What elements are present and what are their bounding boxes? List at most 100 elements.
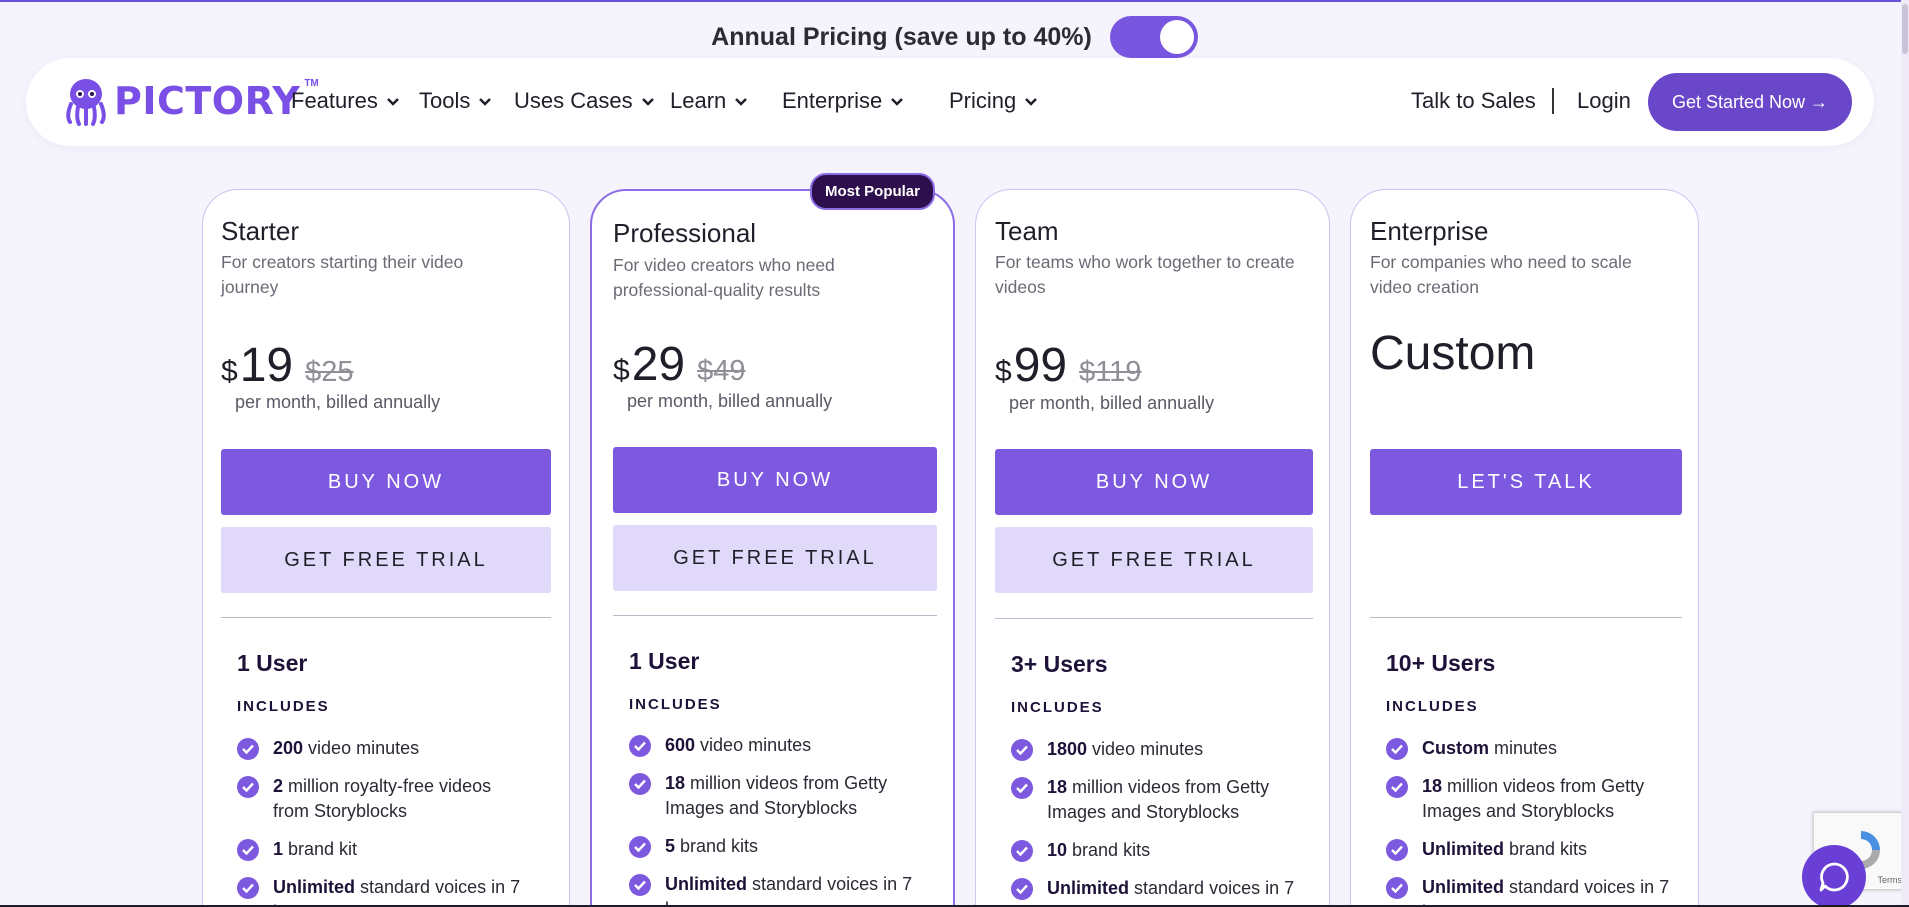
annual-pricing-label: Annual Pricing (save up to 40%)	[711, 22, 1092, 51]
free-trial-button[interactable]: GET FREE TRIAL	[995, 527, 1313, 593]
annual-pricing-toggle[interactable]	[1109, 16, 1198, 58]
price-amount: 99	[1013, 339, 1068, 392]
user-count: 1 User	[629, 648, 700, 674]
feature-bold: 18	[1422, 776, 1443, 796]
nav-learn[interactable]: Learn	[670, 88, 748, 114]
feature-bold: 200	[273, 738, 304, 758]
plan-card-team: Team For teams who work together to crea…	[975, 189, 1330, 907]
nav-enterprise[interactable]: Enterprise	[782, 88, 904, 114]
octopus-logo-icon	[66, 79, 106, 126]
logo-trademark: TM	[304, 77, 319, 89]
recaptcha-terms[interactable]: Terms	[1878, 875, 1903, 885]
plan-price: $ 29 $49	[613, 337, 745, 392]
feature-item: Unlimited brand kits	[1386, 837, 1676, 862]
talk-to-sales-link[interactable]: Talk to Sales	[1411, 88, 1536, 114]
feature-text: million videos from Getty Images and Sto…	[1422, 776, 1645, 821]
free-trial-button[interactable]: GET FREE TRIAL	[221, 527, 551, 593]
chevron-down-icon	[386, 98, 399, 106]
price-currency: $	[995, 355, 1012, 388]
check-circle-icon	[237, 839, 259, 861]
feature-bold: Unlimited	[1422, 839, 1505, 859]
main-navbar: PICTORY TM Features Tools Uses Cases Lea…	[26, 58, 1874, 146]
login-link[interactable]: Login	[1577, 88, 1631, 114]
buy-now-button[interactable]: BUY NOW	[221, 449, 551, 515]
chevron-down-icon	[479, 98, 492, 106]
logo-wordmark: PICTORY	[114, 79, 301, 123]
billing-note: per month, billed annually	[627, 391, 833, 411]
chevron-down-icon	[641, 98, 654, 106]
annual-pricing-row: Annual Pricing (save up to 40%)	[0, 16, 1909, 58]
user-count: 3+ Users	[1011, 651, 1108, 677]
feature-list: 200 video minutes 2 million royalty-free…	[237, 736, 527, 907]
check-circle-icon	[1011, 777, 1033, 799]
plan-price: $ 99 $119	[995, 338, 1141, 393]
feature-item: 200 video minutes	[237, 736, 527, 761]
feature-text: million videos from Getty Images and Sto…	[1047, 777, 1270, 822]
nav-pricing-label: Pricing	[949, 88, 1017, 113]
divider	[1370, 617, 1682, 618]
feature-text: minutes	[1489, 738, 1558, 758]
feature-list: 600 video minutes 18 million videos from…	[629, 733, 919, 907]
lets-talk-button[interactable]: LET'S TALK	[1370, 449, 1682, 515]
buy-now-button[interactable]: BUY NOW	[613, 447, 937, 513]
feature-item: Unlimited standard voices in 7 languages	[629, 872, 919, 907]
feature-item: 5 brand kits	[629, 834, 919, 859]
price-amount: 29	[631, 338, 686, 391]
feature-bold: Unlimited	[1047, 878, 1130, 898]
chat-bubble-icon	[1819, 862, 1849, 892]
price-old: $25	[305, 356, 354, 388]
includes-label: INCLUDES	[237, 698, 330, 715]
check-circle-icon	[1386, 776, 1408, 798]
feature-bold: Unlimited	[1422, 877, 1505, 897]
pictory-logo[interactable]: PICTORY TM	[62, 76, 319, 126]
feature-text: video minutes	[303, 738, 420, 758]
feature-list: 1800 video minutes 18 million videos fro…	[1011, 737, 1301, 907]
feature-item: Unlimited standard voices in 7 languages	[1011, 876, 1301, 907]
divider	[613, 615, 937, 616]
plan-price: $ 19 $25	[221, 338, 353, 393]
nav-tools-label: Tools	[419, 88, 471, 113]
buy-now-button[interactable]: BUY NOW	[995, 449, 1313, 515]
plan-card-professional: Most Popular Professional For video crea…	[590, 173, 955, 907]
price-amount: 19	[239, 339, 294, 392]
nav-tools[interactable]: Tools	[419, 88, 492, 114]
feature-item: 10 brand kits	[1011, 838, 1301, 863]
includes-label: INCLUDES	[629, 696, 722, 713]
chevron-down-icon	[1025, 98, 1038, 106]
check-circle-icon	[629, 836, 651, 858]
nav-enterprise-label: Enterprise	[782, 88, 883, 113]
feature-item: Unlimited standard voices in 7 languages	[1386, 875, 1676, 907]
nav-use-cases-label: Uses Cases	[514, 88, 633, 113]
feature-bold: 1	[273, 839, 284, 859]
free-trial-button[interactable]: GET FREE TRIAL	[613, 525, 937, 591]
feature-bold: 1800	[1047, 739, 1088, 759]
feature-item: 18 million videos from Getty Images and …	[629, 771, 919, 821]
nav-use-cases[interactable]: Uses Cases	[514, 88, 655, 114]
chevron-down-icon	[891, 98, 904, 106]
chat-launcher-button[interactable]	[1802, 845, 1866, 907]
check-circle-icon	[237, 877, 259, 899]
user-count: 1 User	[237, 650, 308, 676]
plan-description: For companies who need to scale video cr…	[1370, 252, 1632, 297]
scrollbar-thumb[interactable]	[1902, 4, 1908, 54]
price-old: $119	[1079, 356, 1142, 388]
get-started-button[interactable]: Get Started Now →	[1648, 73, 1852, 131]
nav-pricing[interactable]: Pricing	[949, 88, 1038, 114]
feature-bold: 600	[665, 735, 696, 755]
nav-separator	[1552, 88, 1554, 114]
feature-text: brand kits	[1504, 839, 1588, 859]
check-circle-icon	[1386, 738, 1408, 760]
price-currency: $	[221, 355, 238, 388]
feature-bold: 2	[273, 776, 284, 796]
feature-text: brand kits	[675, 836, 759, 856]
divider	[995, 618, 1313, 619]
nav-features[interactable]: Features	[291, 88, 400, 114]
check-circle-icon	[237, 776, 259, 798]
feature-item: Unlimited standard voices in 7 languages	[237, 875, 527, 907]
feature-bold: Unlimited	[273, 877, 356, 897]
check-circle-icon	[1011, 840, 1033, 862]
page-scrollbar[interactable]	[1901, 0, 1909, 907]
feature-bold: 5	[665, 836, 676, 856]
feature-list: Custom minutes 18 million videos from Ge…	[1386, 736, 1676, 907]
user-count: 10+ Users	[1386, 650, 1496, 676]
